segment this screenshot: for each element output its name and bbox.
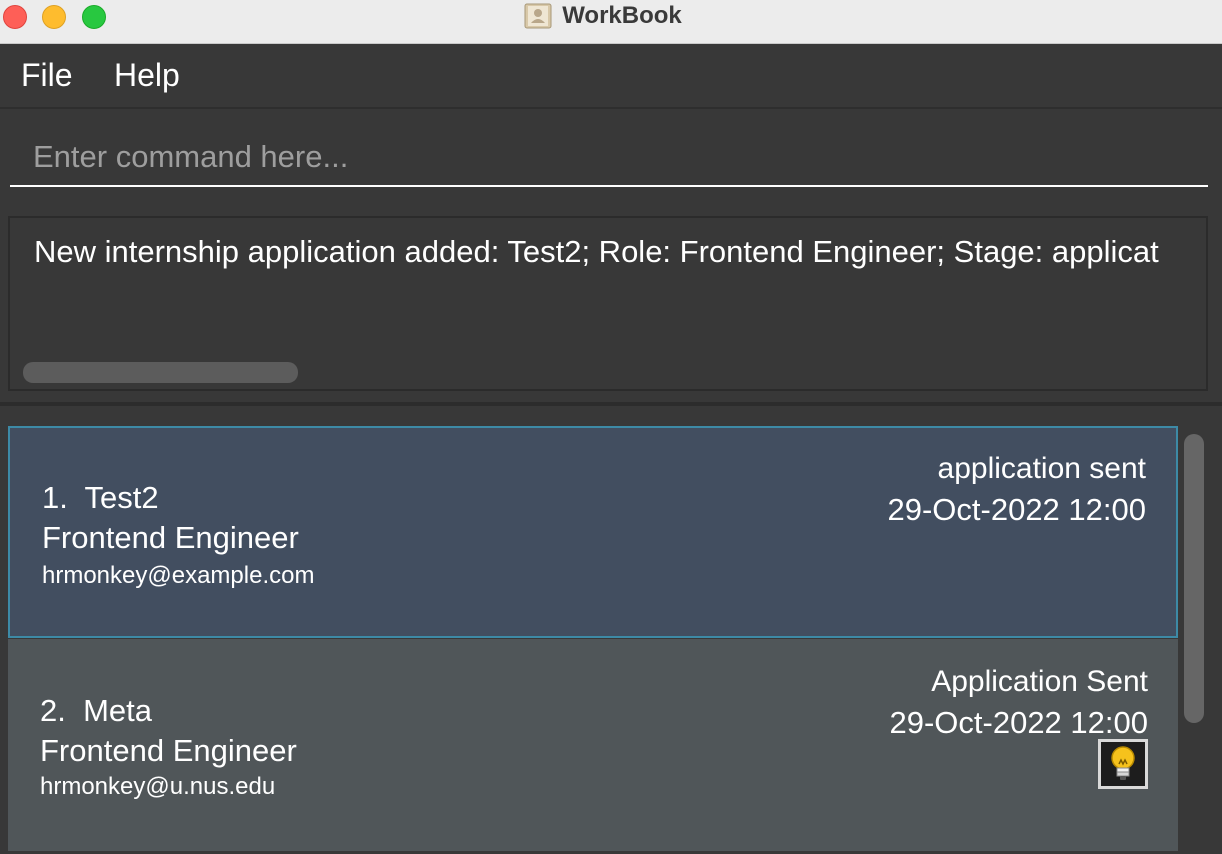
result-message: New internship application added: Test2;…: [34, 234, 1159, 269]
menu-bar: File Help: [0, 45, 1222, 109]
company-name: Meta: [83, 693, 153, 728]
datetime-label: 29-Oct-2022 12:00: [887, 492, 1146, 527]
title-wrap: WorkBook: [0, 0, 1222, 32]
card-title: 2. Meta: [40, 693, 152, 729]
card-title: 1. Test2: [42, 480, 159, 516]
stage-label: Application Sent: [931, 665, 1148, 698]
title-bar: WorkBook: [0, 0, 1222, 44]
application-list: 1. Test2 Frontend Engineer hrmonkey@exam…: [0, 406, 1222, 854]
command-box: [0, 111, 1222, 203]
stage-label: application sent: [937, 452, 1146, 485]
role-label: Frontend Engineer: [40, 733, 297, 768]
card-index: 2.: [40, 693, 66, 728]
command-input[interactable]: [10, 129, 1208, 187]
window-title: WorkBook: [562, 2, 682, 29]
application-card[interactable]: 2. Meta Frontend Engineer hrmonkey@u.nus…: [8, 639, 1178, 851]
role-label: Frontend Engineer: [42, 520, 299, 555]
menu-help[interactable]: Help: [114, 57, 180, 94]
horizontal-scrollbar[interactable]: [23, 362, 298, 383]
app-window: WorkBook File Help New internship applic…: [0, 0, 1222, 854]
email-label: hrmonkey@example.com: [42, 562, 315, 589]
address-book-icon: [524, 3, 552, 29]
email-label: hrmonkey@u.nus.edu: [40, 773, 276, 800]
vertical-scrollbar[interactable]: [1184, 434, 1204, 723]
datetime-label: 29-Oct-2022 12:00: [889, 705, 1148, 740]
lightbulb-icon: [1098, 739, 1148, 789]
result-display: New internship application added: Test2;…: [8, 216, 1208, 391]
card-index: 1.: [42, 480, 68, 515]
application-card[interactable]: 1. Test2 Frontend Engineer hrmonkey@exam…: [8, 426, 1178, 638]
company-name: Test2: [84, 480, 159, 515]
menu-file[interactable]: File: [21, 57, 73, 94]
